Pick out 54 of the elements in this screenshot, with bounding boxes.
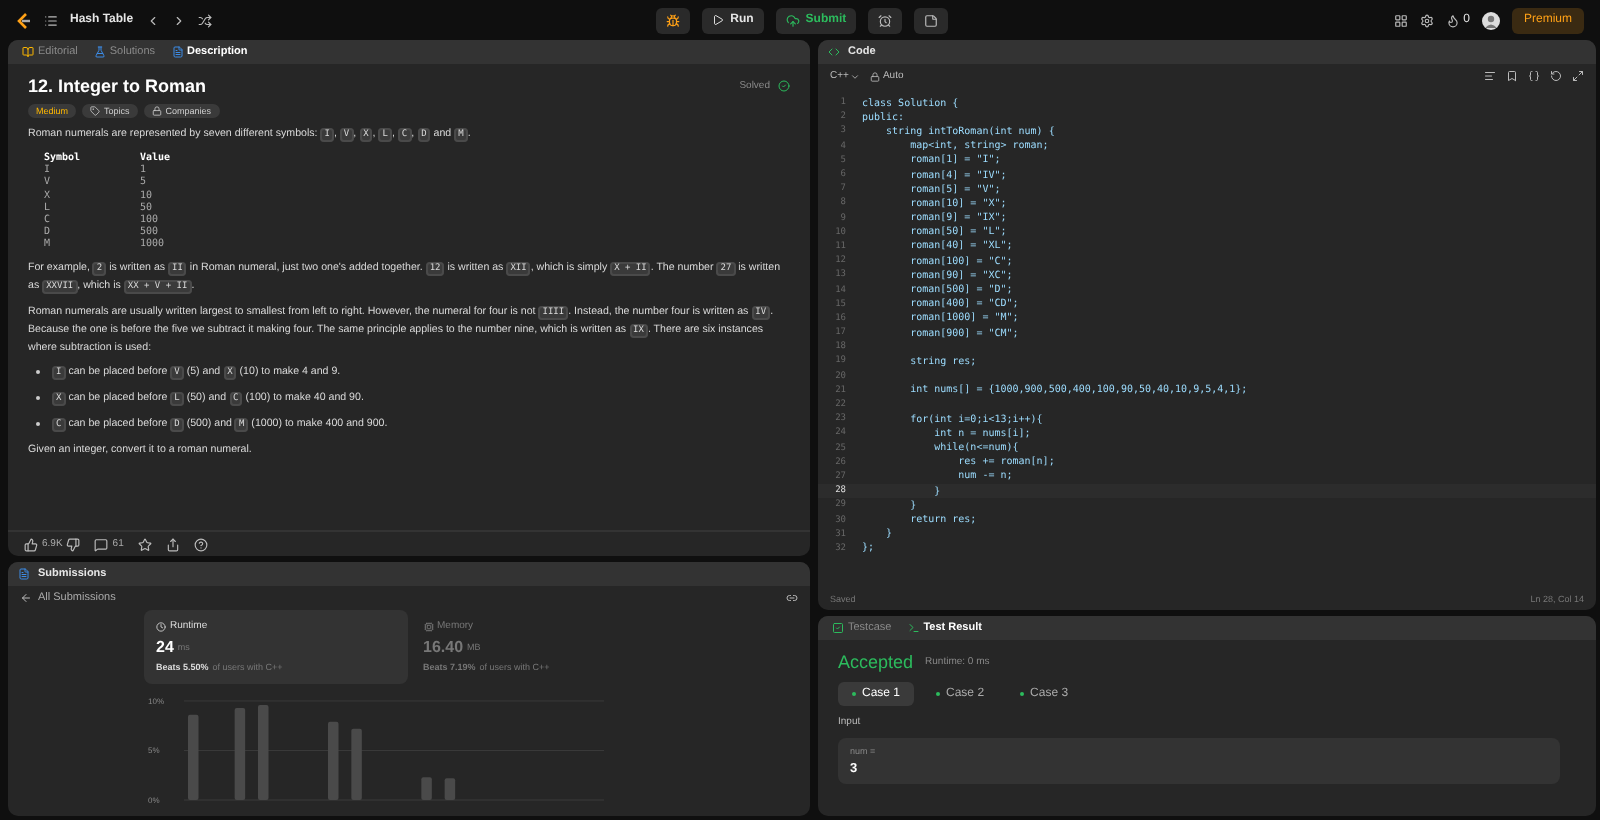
lock-icon	[870, 71, 881, 81]
document-icon	[171, 46, 184, 58]
play-icon	[712, 14, 725, 26]
timer-button[interactable]	[868, 7, 903, 33]
chart-bar	[351, 728, 362, 800]
caret-icon[interactable]	[850, 71, 861, 81]
checkbox-icon	[832, 622, 844, 634]
verdict-text: Accepted	[838, 652, 914, 672]
book-icon	[22, 46, 34, 58]
help-icon[interactable]	[193, 537, 208, 551]
link-icon[interactable]	[786, 592, 798, 604]
terminal-icon	[907, 622, 920, 634]
flask-icon	[93, 46, 106, 58]
chip-icon	[423, 621, 433, 631]
chart-bar	[421, 777, 432, 800]
next-icon[interactable]	[171, 13, 186, 27]
chart-bar	[234, 707, 246, 800]
chart-bar	[444, 778, 456, 800]
avatar-icon[interactable]	[1482, 11, 1500, 29]
code-icon	[828, 46, 840, 58]
stat-value: 24	[156, 638, 174, 656]
clock-icon	[156, 621, 166, 631]
settings-icon[interactable]	[1419, 13, 1434, 27]
back-arrow-icon[interactable]	[20, 592, 32, 604]
chart-bar	[188, 714, 199, 800]
shuffle-icon[interactable]	[197, 13, 212, 27]
lock-icon	[151, 106, 162, 116]
chart-bar	[258, 704, 269, 800]
grid-icon[interactable]	[1393, 13, 1408, 27]
note-icon	[924, 13, 939, 27]
thumbs-up-icon[interactable]	[24, 537, 38, 551]
chart-bar	[328, 721, 339, 800]
comment-icon[interactable]	[94, 537, 109, 551]
format-icon[interactable]	[1484, 70, 1496, 82]
list-icon[interactable]	[44, 13, 58, 27]
logo-icon[interactable]	[16, 11, 32, 29]
document-icon	[18, 568, 30, 580]
bookmark-icon[interactable]	[1506, 70, 1518, 82]
thumbs-down-icon[interactable]	[66, 537, 81, 551]
share-icon[interactable]	[165, 537, 180, 551]
flame-icon	[1445, 13, 1460, 27]
braces-icon[interactable]	[1528, 70, 1540, 82]
reset-icon[interactable]	[1550, 70, 1562, 82]
debug-button[interactable]	[656, 7, 691, 33]
alarm-clock-icon	[878, 13, 893, 27]
notes-button[interactable]	[914, 7, 949, 33]
check-icon	[778, 80, 790, 92]
previous-icon[interactable]	[145, 13, 160, 27]
stat-value: 16.40	[423, 638, 464, 656]
bug-icon	[666, 13, 681, 27]
tag-icon	[90, 106, 101, 116]
problem-title: 12. Integer to Roman	[28, 76, 207, 96]
cloud-upload-icon	[785, 13, 800, 27]
star-icon[interactable]	[137, 537, 152, 551]
